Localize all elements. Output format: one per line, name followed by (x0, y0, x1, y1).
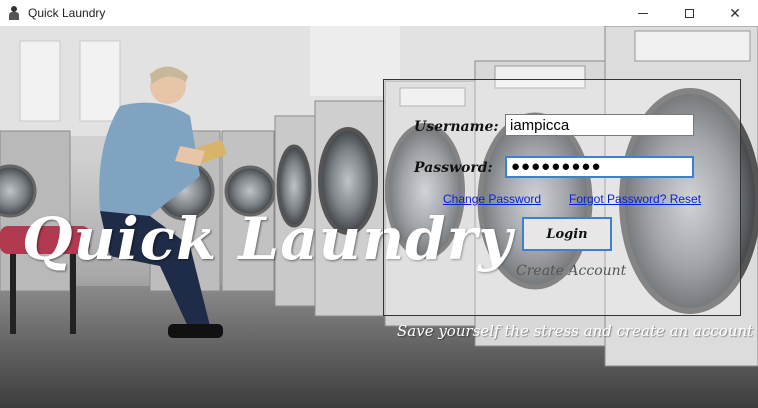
forgot-password-link[interactable]: Forgot Password? Reset (569, 192, 701, 206)
app-icon (8, 6, 20, 20)
close-icon: ✕ (729, 4, 741, 21)
minimize-button[interactable] (620, 0, 666, 26)
login-button[interactable]: Login (522, 217, 612, 251)
maximize-icon (684, 8, 694, 18)
change-password-link[interactable]: Change Password (443, 192, 541, 206)
title-bar: Quick Laundry ✕ (0, 0, 758, 27)
close-button[interactable]: ✕ (712, 0, 758, 26)
create-account-link[interactable]: Create Account (516, 263, 626, 279)
window-title: Quick Laundry (28, 6, 106, 20)
app-window: Quick Laundry ✕ Quick Laundry Username: … (0, 0, 758, 408)
tagline: Save yourself the stress and create an a… (397, 322, 754, 340)
password-label: Password: (414, 160, 493, 176)
maximize-button[interactable] (666, 0, 712, 26)
password-input[interactable]: ●●●●●●●●● (505, 156, 694, 178)
login-panel: Username: Password: ●●●●●●●●● Change Pas… (383, 79, 741, 316)
username-label: Username: (414, 119, 499, 135)
window-controls: ✕ (620, 0, 758, 26)
minimize-icon (638, 12, 648, 14)
username-input[interactable] (505, 114, 694, 136)
